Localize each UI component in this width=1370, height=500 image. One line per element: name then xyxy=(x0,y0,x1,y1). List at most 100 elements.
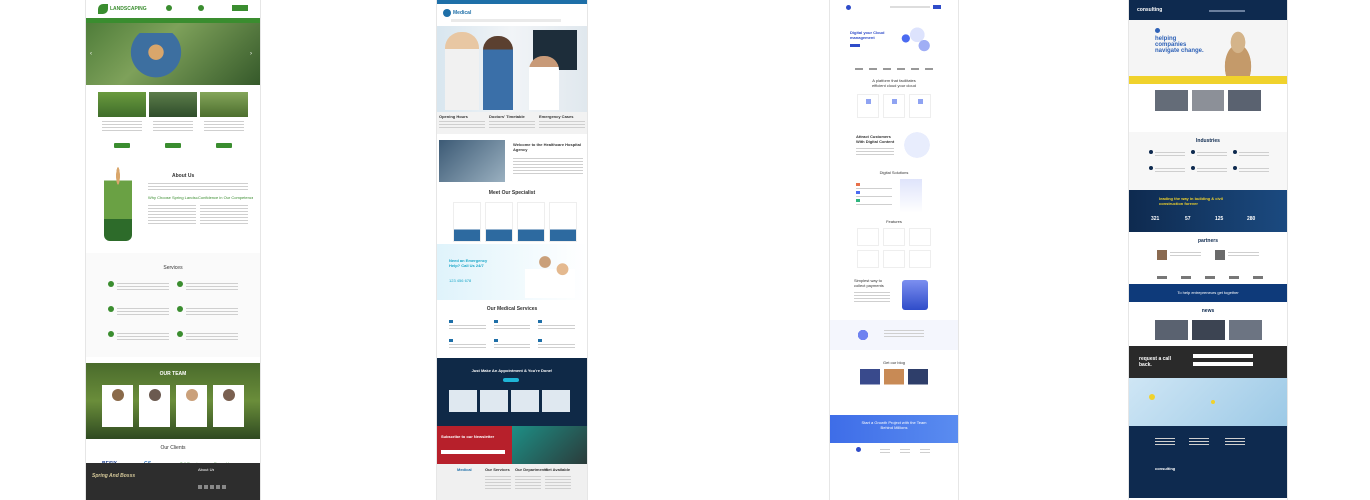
site-header: consulting xyxy=(1129,0,1287,20)
consulting-template-thumbnail[interactable]: consulting helping companies navigate ch… xyxy=(1129,0,1287,500)
prev-arrow-icon[interactable]: ‹ xyxy=(90,51,92,57)
solutions-section xyxy=(830,175,958,219)
team-card[interactable] xyxy=(102,385,133,427)
stat-value: 321 xyxy=(1151,216,1160,222)
footer-heading: Get Available xyxy=(545,467,571,472)
read-more-button[interactable] xyxy=(216,143,232,148)
stat-value: 57 xyxy=(1185,216,1191,222)
news-title: news xyxy=(1201,308,1215,314)
map-section[interactable] xyxy=(1129,378,1287,426)
blog-card[interactable] xyxy=(860,369,880,395)
specialist-card[interactable] xyxy=(517,202,545,242)
gardener-image xyxy=(126,33,186,81)
next-arrow-icon[interactable]: › xyxy=(250,51,252,57)
cloud-template-thumbnail[interactable]: Digital your Cloud management A platform… xyxy=(830,0,958,500)
appointment-button[interactable] xyxy=(503,378,519,382)
about-section: About Us Why Choose Spring Landscaping? … xyxy=(86,167,260,247)
read-more-button[interactable] xyxy=(165,143,181,148)
team-card[interactable] xyxy=(139,385,170,427)
partner-card[interactable] xyxy=(1215,250,1259,266)
feature-card xyxy=(857,94,879,118)
news-card[interactable] xyxy=(1229,320,1262,340)
team-title: OUR TEAM xyxy=(159,371,187,377)
specialist-card[interactable] xyxy=(453,202,481,242)
doctor-image xyxy=(529,56,559,110)
newsletter-email-input[interactable] xyxy=(441,450,505,454)
payments-section: Simplest way to collect payments xyxy=(830,274,958,320)
request-title: request a call back. xyxy=(1139,356,1171,368)
logo-icon xyxy=(846,5,851,10)
name-field[interactable] xyxy=(1193,354,1253,358)
hero-title: Digital your Cloud management xyxy=(850,30,885,40)
doctor-card[interactable] xyxy=(542,390,570,412)
site-footer: Spring And Bosss About Us xyxy=(86,463,260,500)
partner-card[interactable] xyxy=(1157,250,1201,266)
blog-card[interactable] xyxy=(884,369,904,395)
appointment-section: Just Make An Appointment & You're Done! xyxy=(437,358,587,426)
services-title: Services xyxy=(163,265,183,271)
leaf-icon xyxy=(177,281,183,287)
doctor-card[interactable] xyxy=(511,390,539,412)
hospital-image xyxy=(439,140,505,182)
newsletter-title: Subscribe to our Newsletter xyxy=(441,434,495,439)
logo-text: consulting xyxy=(1137,7,1163,13)
blog-cards xyxy=(830,369,958,395)
hero-banner[interactable] xyxy=(437,26,587,112)
landscaping-template-thumbnail[interactable]: LANDSCAPING ‹ › About Us Why Choose Spri… xyxy=(86,0,260,500)
signup-button[interactable] xyxy=(933,5,941,9)
hero-slider[interactable]: ‹ › xyxy=(86,23,260,85)
solutions-illustration xyxy=(900,179,922,213)
medical-template-thumbnail[interactable]: Medical Opening Hours Doctors' Timetable… xyxy=(437,0,587,500)
stat-value: 280 xyxy=(1247,216,1256,222)
announcement-strip[interactable] xyxy=(1129,76,1287,84)
quote-button[interactable] xyxy=(232,5,248,11)
team-card[interactable] xyxy=(213,385,244,427)
specialist-card[interactable] xyxy=(549,202,577,242)
feature-card[interactable] xyxy=(1228,90,1262,120)
footer-logo: consulting xyxy=(1155,466,1176,471)
map-pin-icon[interactable] xyxy=(1149,394,1155,400)
blog-card[interactable] xyxy=(908,369,928,395)
map-pin-icon[interactable] xyxy=(1211,400,1215,404)
cloud-illustration xyxy=(892,24,938,60)
info-strip: Opening Hours Doctors' Timetable Emergen… xyxy=(437,112,587,134)
main-navigation[interactable] xyxy=(451,19,561,22)
services-section: Our Medical Services xyxy=(437,300,587,358)
leaf-icon xyxy=(108,306,114,312)
industries-section: Industries xyxy=(1129,132,1287,190)
hero-title: helping companies navigate change. xyxy=(1155,36,1204,54)
team-card[interactable] xyxy=(176,385,207,427)
feature-card[interactable] xyxy=(1155,90,1188,120)
news-card[interactable] xyxy=(1155,320,1188,340)
testimonial-illustration xyxy=(854,326,872,344)
feature-card[interactable] xyxy=(1191,90,1225,120)
specialist-title: Meet Our Specialist xyxy=(488,190,536,196)
doctor-card[interactable] xyxy=(449,390,477,412)
leaf-icon xyxy=(177,306,183,312)
emergency-banner: Need an Emergency Help? Call Us 24/7 123… xyxy=(437,244,587,300)
phone-field[interactable] xyxy=(1193,362,1253,366)
read-more-button[interactable] xyxy=(114,143,130,148)
main-navigation[interactable] xyxy=(890,6,930,8)
partner-logos xyxy=(830,68,958,70)
stats-banner: leading the way in building & civil cons… xyxy=(1129,190,1287,232)
emergency-title: Need an Emergency Help? Call Us 24/7 xyxy=(449,258,488,268)
testimonial-section xyxy=(830,320,958,350)
social-icons[interactable] xyxy=(198,485,226,489)
content-illustration xyxy=(902,130,932,160)
main-navigation[interactable] xyxy=(1209,10,1245,12)
logo-text: LANDSCAPING xyxy=(110,6,147,12)
doctor-card[interactable] xyxy=(480,390,508,412)
section-title: Simplest way to collect payments xyxy=(854,278,884,288)
about-title: About Us xyxy=(172,173,195,179)
get-started-button[interactable] xyxy=(850,44,860,47)
content-section: Attract Customers With Digital Content xyxy=(830,126,958,170)
emergency-phone[interactable]: 123 456 678 xyxy=(449,278,471,283)
banner-title: leading the way in building & civil cons… xyxy=(1159,196,1224,206)
specialist-card[interactable] xyxy=(485,202,513,242)
section-title: A platform that facilitates efficient cl… xyxy=(872,78,916,88)
cta-title: To help entrepreneurs get together xyxy=(1177,290,1239,295)
mail-icon xyxy=(198,5,204,11)
cta-title: Start a Growth Project with the Team Beh… xyxy=(861,420,927,430)
news-card[interactable] xyxy=(1192,320,1225,340)
